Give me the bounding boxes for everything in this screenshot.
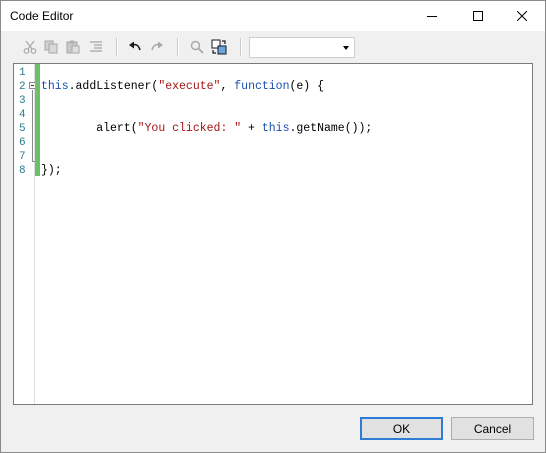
- line-number: 4: [19, 109, 26, 121]
- toolbar-separator: [177, 38, 179, 56]
- code-token: +: [241, 122, 262, 135]
- code-editor-window: Code Editor 1 2 3 4 5 6 7 8 this.addList…: [0, 0, 546, 453]
- code-text-area[interactable]: this.addListener("execute", function(e) …: [41, 64, 532, 404]
- code-keyword: this: [41, 80, 69, 93]
- toolbar-separator: [116, 38, 118, 56]
- chevron-down-icon[interactable]: [343, 46, 349, 50]
- line-number: 3: [19, 95, 26, 107]
- code-token: (e) {: [289, 80, 324, 93]
- undo-icon: [129, 41, 141, 51]
- window-title: Code Editor: [10, 9, 74, 23]
- toolbar: [1, 31, 545, 62]
- code-line[interactable]: this.addListener("execute", function(e) …: [41, 80, 324, 94]
- title-bar[interactable]: Code Editor: [1, 1, 545, 31]
- code-token: .addListener(: [68, 80, 159, 93]
- fold-guide-line: [32, 90, 33, 161]
- close-icon: [517, 11, 527, 21]
- toolbar-dropdown[interactable]: [249, 37, 355, 58]
- code-token: .getName());: [289, 122, 373, 135]
- code-token: });: [41, 164, 62, 177]
- line-number: 8: [19, 165, 26, 177]
- minimize-icon: [427, 16, 437, 17]
- code-token: ,: [220, 80, 235, 93]
- undo-button[interactable]: [126, 39, 144, 55]
- line-number: 6: [19, 137, 26, 149]
- maximize-icon: [473, 11, 483, 21]
- paste-button[interactable]: [64, 39, 82, 55]
- toolbar-separator: [240, 38, 242, 56]
- ok-button[interactable]: OK: [360, 417, 443, 440]
- paste-icon: [66, 40, 80, 54]
- code-keyword: function: [234, 80, 290, 93]
- copy-icon: [44, 40, 58, 54]
- cut-button[interactable]: [21, 39, 39, 55]
- code-line[interactable]: alert("You clicked: " + this.getName());: [41, 122, 372, 136]
- cut-icon: [23, 40, 37, 54]
- replace-button[interactable]: [210, 39, 228, 55]
- cancel-button[interactable]: Cancel: [451, 417, 534, 440]
- code-string: "You clicked: ": [137, 122, 242, 135]
- copy-button[interactable]: [42, 39, 60, 55]
- indent-icon: [90, 41, 102, 52]
- line-number: 1: [19, 67, 26, 79]
- redo-button[interactable]: [148, 39, 166, 55]
- find-button[interactable]: [188, 39, 206, 55]
- find-icon: [190, 40, 204, 54]
- minimize-button[interactable]: [409, 1, 455, 31]
- code-editor[interactable]: 1 2 3 4 5 6 7 8 this.addListener("execut…: [13, 63, 533, 405]
- code-keyword: this: [261, 122, 290, 135]
- replace-icon: [211, 39, 227, 55]
- maximize-button[interactable]: [455, 1, 501, 31]
- code-token: alert(: [41, 122, 138, 135]
- modified-lines-bar: [35, 64, 40, 176]
- line-number: 5: [19, 123, 26, 135]
- close-button[interactable]: [499, 1, 545, 31]
- code-string: "execute": [158, 80, 221, 93]
- redo-icon: [151, 41, 163, 51]
- code-line[interactable]: });: [41, 164, 62, 178]
- indent-button[interactable]: [87, 39, 105, 55]
- line-number: 7: [19, 151, 26, 163]
